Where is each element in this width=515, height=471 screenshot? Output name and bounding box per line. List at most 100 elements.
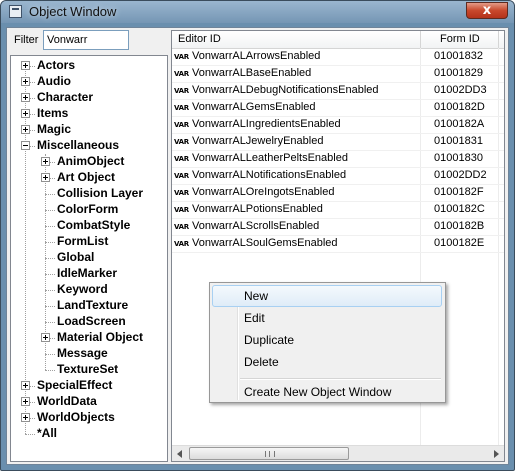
- form-id-cell: 01001830: [434, 152, 483, 164]
- tree-connector: [45, 322, 55, 323]
- tree-item-label: Items: [37, 106, 69, 120]
- global-variable-icon: VAR: [174, 155, 189, 163]
- expand-plus-icon[interactable]: [21, 77, 30, 86]
- column-separator[interactable]: [420, 31, 421, 48]
- table-row[interactable]: VAR VonwarrALLeatherPeltsEnabled 01001830: [172, 151, 504, 168]
- tree-item-label: Collision Layer: [57, 186, 144, 200]
- editor-id-cell: VonwarrALScrollsEnabled: [192, 220, 320, 232]
- tree-item-label: AnimObject: [57, 154, 125, 168]
- expand-plus-icon[interactable]: [21, 397, 30, 406]
- horizontal-scrollbar[interactable]: [172, 445, 504, 461]
- tree-item-label: ColorForm: [57, 202, 119, 216]
- expand-plus-icon[interactable]: [21, 125, 30, 134]
- column-header-editor-id[interactable]: Editor ID: [178, 33, 221, 45]
- table-row[interactable]: VAR VonwarrALArrowsEnabled 01001832: [172, 49, 504, 66]
- expand-plus-icon[interactable]: [41, 173, 50, 182]
- expand-plus-icon[interactable]: [21, 381, 30, 390]
- expand-plus-icon[interactable]: [41, 157, 50, 166]
- app-window-icon: [9, 5, 22, 18]
- global-variable-icon: VAR: [174, 172, 189, 180]
- scroll-thumb[interactable]: [189, 447, 349, 460]
- tree-item-label: SpecialEffect: [37, 378, 113, 392]
- form-id-cell: 0100182D: [434, 101, 485, 113]
- tree-item-label: WorldData: [37, 394, 97, 408]
- tree-item-label: Message: [57, 346, 108, 360]
- tree-connector: [45, 258, 55, 259]
- global-variable-icon: VAR: [174, 87, 189, 95]
- editor-id-cell: VonwarrALJewelryEnabled: [192, 135, 324, 147]
- table-row[interactable]: VAR VonwarrALScrollsEnabled 0100182B: [172, 219, 504, 236]
- tree-connector: [45, 354, 55, 355]
- title-bar[interactable]: Object Window x: [1, 1, 514, 23]
- tree-item-label: LoadScreen: [57, 314, 126, 328]
- table-row[interactable]: VAR VonwarrALJewelryEnabled 01001831: [172, 134, 504, 151]
- filter-input[interactable]: [43, 30, 129, 50]
- expand-plus-icon[interactable]: [21, 413, 30, 422]
- table-row[interactable]: VAR VonwarrALBaseEnabled 01001829: [172, 66, 504, 83]
- tree-item-label: TextureSet: [57, 362, 119, 376]
- close-button[interactable]: x: [466, 2, 508, 19]
- scroll-left-arrow-icon[interactable]: [172, 446, 188, 461]
- global-variable-icon: VAR: [174, 70, 189, 78]
- list-header: Editor ID Form ID: [172, 31, 504, 49]
- global-variable-icon: VAR: [174, 138, 189, 146]
- editor-id-cell: VonwarrALArrowsEnabled: [192, 50, 321, 62]
- menu-item-duplicate[interactable]: Duplicate: [212, 329, 442, 351]
- global-variable-icon: VAR: [174, 121, 189, 129]
- editor-id-cell: VonwarrALDebugNotificationsEnabled: [192, 84, 379, 96]
- grip-icon: [265, 451, 275, 457]
- table-row[interactable]: VAR VonwarrALPotionsEnabled 0100182C: [172, 202, 504, 219]
- editor-id-cell: VonwarrALGemsEnabled: [192, 101, 316, 113]
- global-variable-icon: VAR: [174, 223, 189, 231]
- tree-item-label: Keyword: [57, 282, 108, 296]
- editor-id-cell: VonwarrALPotionsEnabled: [192, 203, 323, 215]
- form-id-cell: 01002DD2: [434, 169, 487, 181]
- menu-item-new[interactable]: New: [212, 285, 442, 307]
- menu-item-create-new-object-window[interactable]: Create New Object Window: [212, 381, 442, 403]
- tree-item-label: Magic: [37, 122, 72, 136]
- tree-item-label: Art Object: [57, 170, 116, 184]
- collapse-minus-icon[interactable]: [21, 141, 30, 150]
- tree-connector: [45, 210, 55, 211]
- table-row[interactable]: VAR VonwarrALSoulGemsEnabled 0100182E: [172, 236, 504, 253]
- scroll-right-arrow-icon[interactable]: [488, 446, 504, 461]
- column-header-form-id[interactable]: Form ID: [440, 33, 480, 45]
- tree-connector: [25, 66, 26, 434]
- menu-item-edit[interactable]: Edit: [212, 307, 442, 329]
- tree-item-label: Actors: [37, 58, 76, 72]
- tree-item-label: Miscellaneous: [37, 138, 120, 152]
- table-row[interactable]: VAR VonwarrALDebugNotificationsEnabled 010…: [172, 83, 504, 100]
- tree-item-label: IdleMarker: [57, 266, 118, 280]
- window-title: Object Window: [29, 4, 117, 19]
- table-row[interactable]: VAR VonwarrALNotificationsEnabled 01002DD2: [172, 168, 504, 185]
- editor-id-cell: VonwarrALNotificationsEnabled: [192, 169, 347, 181]
- tree-item-label: Audio: [37, 74, 71, 88]
- table-row[interactable]: VAR VonwarrALOreIngotsEnabled 0100182F: [172, 185, 504, 202]
- tree-item-label: Global: [57, 250, 95, 264]
- expand-plus-icon[interactable]: [21, 109, 30, 118]
- tree-item-label: Character: [37, 90, 94, 104]
- table-row[interactable]: VAR VonwarrALGemsEnabled 0100182D: [172, 100, 504, 117]
- tree-connector: [25, 434, 35, 435]
- category-tree[interactable]: Actors Audio Character Items Magic Miscellane…: [10, 55, 168, 462]
- form-id-cell: 01001831: [434, 135, 483, 147]
- tree-connector: [45, 290, 55, 291]
- tree-item-label: Material Object: [57, 330, 144, 344]
- editor-id-cell: VonwarrALSoulGemsEnabled: [192, 237, 338, 249]
- column-separator[interactable]: [498, 31, 499, 48]
- editor-id-cell: VonwarrALBaseEnabled: [192, 67, 312, 79]
- global-variable-icon: VAR: [174, 206, 189, 214]
- tree-item-label: CombatStyle: [57, 218, 131, 232]
- menu-item-delete[interactable]: Delete: [212, 351, 442, 373]
- form-id-cell: 0100182C: [434, 203, 485, 215]
- form-id-cell: 0100182A: [434, 118, 485, 130]
- global-variable-icon: VAR: [174, 53, 189, 61]
- expand-plus-icon[interactable]: [21, 93, 30, 102]
- table-row[interactable]: VAR VonwarrALIngredientsEnabled 0100182A: [172, 117, 504, 134]
- form-id-cell: 01002DD3: [434, 84, 487, 96]
- tree-item-label: LandTexture: [57, 298, 129, 312]
- expand-plus-icon[interactable]: [21, 61, 30, 70]
- context-menu: New Edit Duplicate Delete Create New Obj…: [209, 282, 446, 403]
- expand-plus-icon[interactable]: [41, 333, 50, 342]
- form-id-cell: 01001829: [434, 67, 483, 79]
